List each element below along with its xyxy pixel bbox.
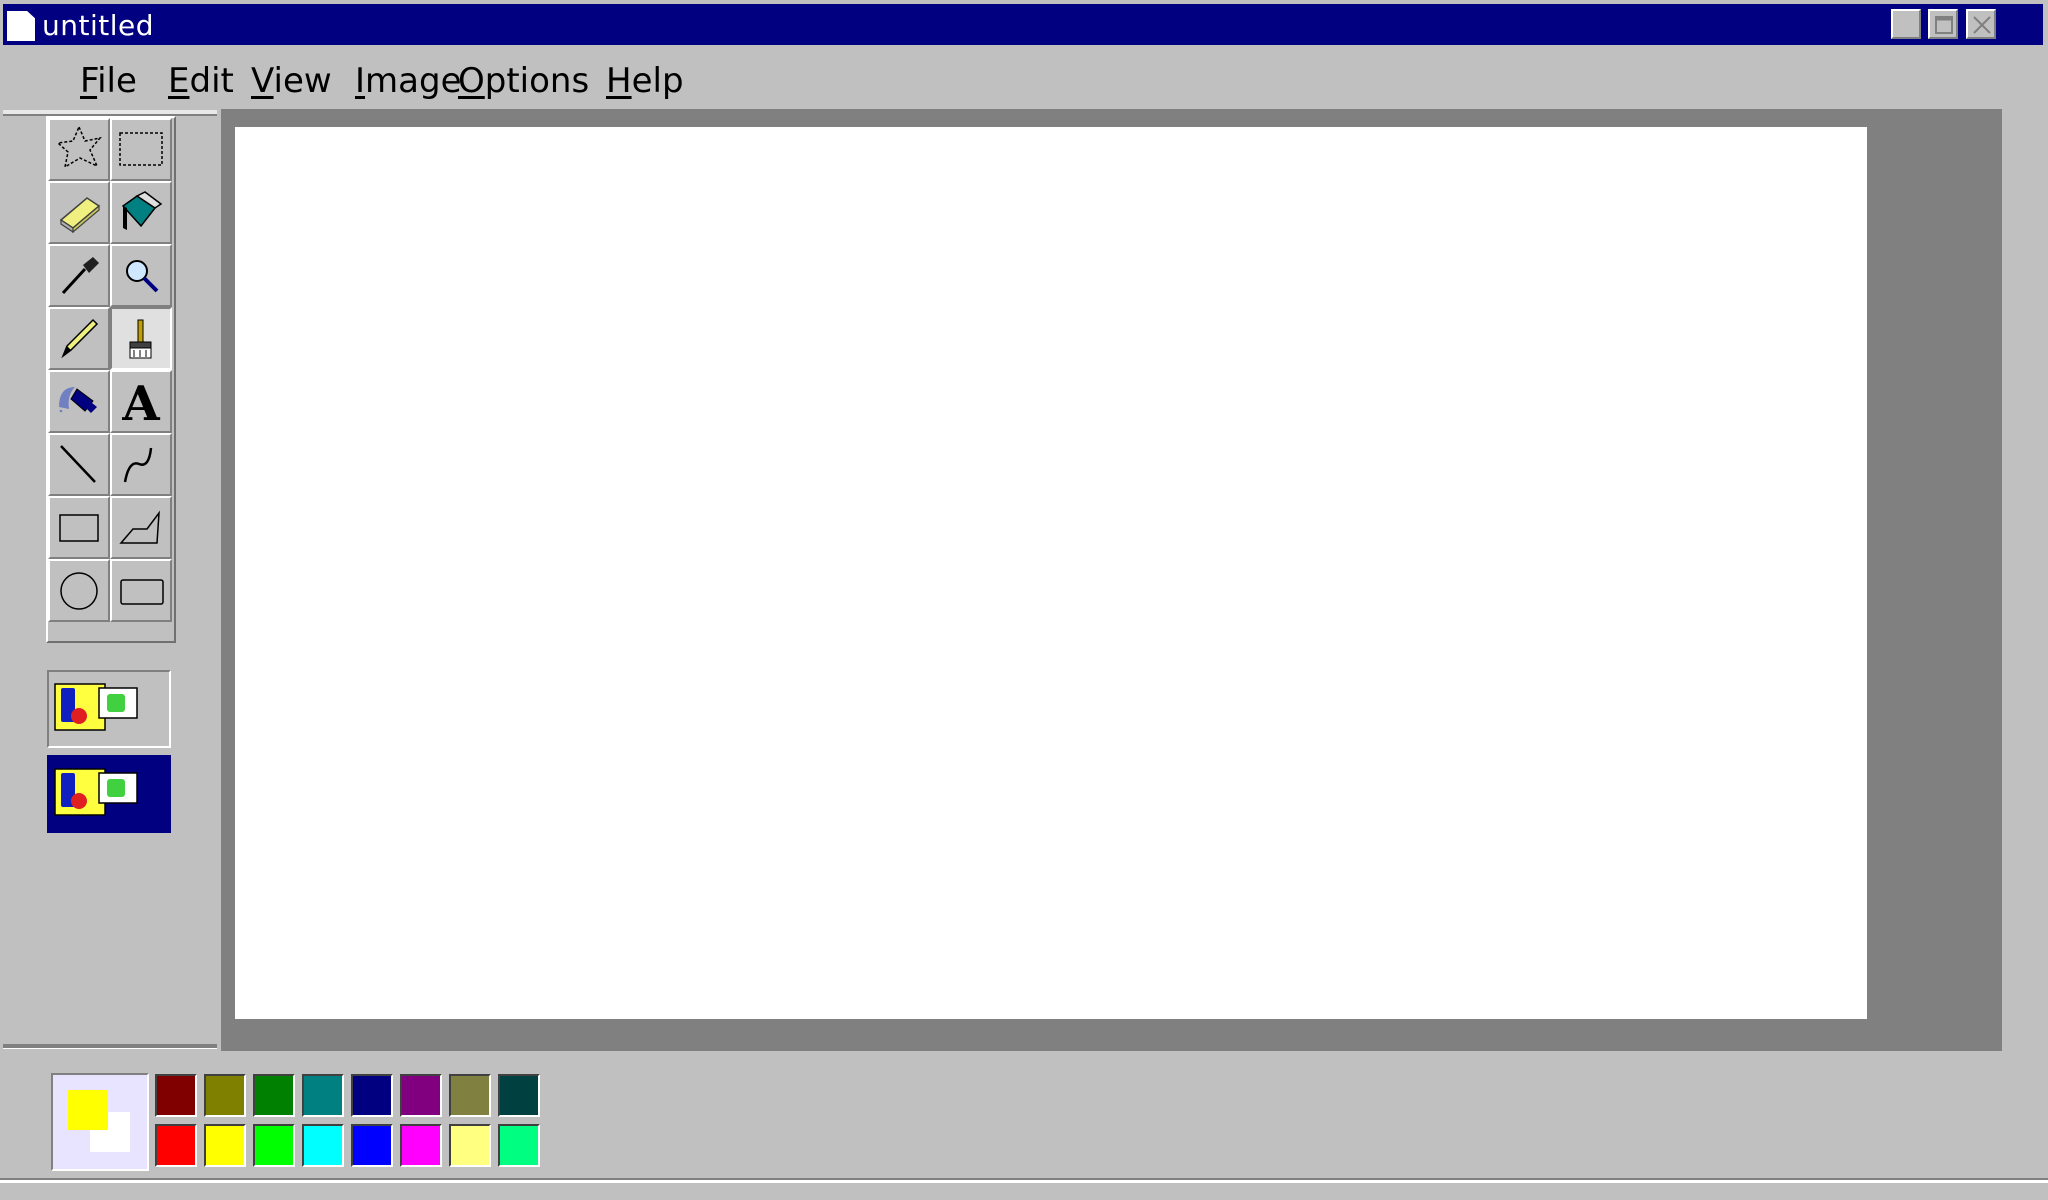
maximize-button[interactable] [1928, 9, 1958, 39]
palette-swatch[interactable] [155, 1074, 197, 1117]
line-icon [60, 445, 96, 483]
menu-help-label: Help [606, 61, 684, 101]
ellipse-icon [60, 572, 98, 610]
brush-icon [129, 319, 152, 359]
pencil-icon [61, 318, 99, 359]
close-icon [1973, 16, 1991, 34]
title-bar-band [3, 4, 2043, 45]
menu-edit-label: Edit [168, 61, 234, 101]
menu-view-label: View [251, 61, 332, 101]
window-title: untitled [42, 9, 155, 42]
tool-curve[interactable] [110, 433, 172, 496]
paint-bucket-icon [121, 191, 163, 230]
tool-rectangle-select[interactable] [110, 118, 172, 181]
svg-text:A: A [121, 376, 160, 427]
tool-rounded-rectangle[interactable] [110, 559, 172, 622]
rectangle-icon [59, 514, 99, 542]
tool-pencil[interactable] [48, 307, 110, 370]
menu-image-label: Image [355, 61, 462, 101]
left-panel-divider-bottom [3, 1044, 217, 1049]
palette-swatch[interactable] [498, 1124, 540, 1167]
menu-options[interactable]: Options [458, 61, 589, 101]
palette-swatch[interactable] [449, 1074, 491, 1117]
tool-rectangle[interactable] [48, 496, 110, 559]
tool-airbrush[interactable] [48, 370, 110, 433]
tool-pick-color[interactable] [48, 244, 110, 307]
title-bar: untitled [0, 0, 2048, 47]
palette-swatch[interactable] [302, 1124, 344, 1167]
palette-swatch[interactable] [204, 1124, 246, 1167]
palette-swatch[interactable] [253, 1074, 295, 1117]
eyedropper-icon [61, 257, 99, 295]
drawing-canvas[interactable] [235, 127, 1867, 1019]
tool-brush[interactable] [110, 307, 172, 370]
palette-swatch[interactable] [253, 1124, 295, 1167]
menu-bar: File Edit View Image Options Help [0, 52, 2048, 107]
tool-magnifier[interactable] [110, 244, 172, 307]
option-opaque[interactable] [47, 670, 171, 748]
menu-help[interactable]: Help [606, 61, 684, 101]
tool-free-form-select[interactable] [48, 118, 110, 181]
maximize-icon [1935, 16, 1953, 34]
minimize-button[interactable] [1891, 9, 1921, 39]
menu-edit[interactable]: Edit [168, 61, 234, 101]
opaque-option-icon [54, 683, 138, 731]
star-select-icon [56, 125, 102, 169]
status-bar-divider [0, 1178, 2048, 1183]
palette-swatch[interactable] [449, 1124, 491, 1167]
tool-line[interactable] [48, 433, 110, 496]
text-icon: A [121, 376, 160, 427]
option-transparent[interactable] [47, 755, 171, 833]
palette-swatch[interactable] [400, 1074, 442, 1117]
toolbox: A [46, 116, 176, 643]
rounded-rectangle-icon [120, 579, 164, 605]
palette-swatch[interactable] [400, 1124, 442, 1167]
palette-swatch[interactable] [302, 1074, 344, 1117]
menu-file[interactable]: File [80, 61, 137, 101]
curve-icon [123, 447, 153, 483]
magnifier-icon [126, 260, 159, 293]
polygon-icon [119, 510, 160, 544]
close-button[interactable] [1966, 9, 1996, 39]
foreground-color [68, 1090, 108, 1130]
eraser-icon [59, 197, 101, 234]
menu-view[interactable]: View [251, 61, 332, 101]
airbrush-icon [59, 387, 97, 413]
tool-polygon[interactable] [110, 496, 172, 559]
palette-swatch[interactable] [351, 1074, 393, 1117]
tool-eraser[interactable] [48, 181, 110, 244]
menu-options-label: Options [458, 61, 590, 101]
menu-image[interactable]: Image [355, 61, 462, 101]
palette-swatch[interactable] [351, 1124, 393, 1167]
palette-swatch[interactable] [498, 1074, 540, 1117]
tool-ellipse[interactable] [48, 559, 110, 622]
palette-swatch[interactable] [155, 1124, 197, 1167]
menu-file-label: File [80, 61, 137, 101]
palette-swatch[interactable] [204, 1074, 246, 1117]
tool-text[interactable]: A [110, 370, 172, 433]
rect-select-icon [119, 132, 163, 166]
transparent-option-icon [54, 768, 138, 816]
tool-fill-with-color[interactable] [110, 181, 172, 244]
minimize-icon [1896, 14, 1918, 36]
document-icon [7, 11, 35, 41]
current-colors[interactable] [51, 1073, 149, 1171]
